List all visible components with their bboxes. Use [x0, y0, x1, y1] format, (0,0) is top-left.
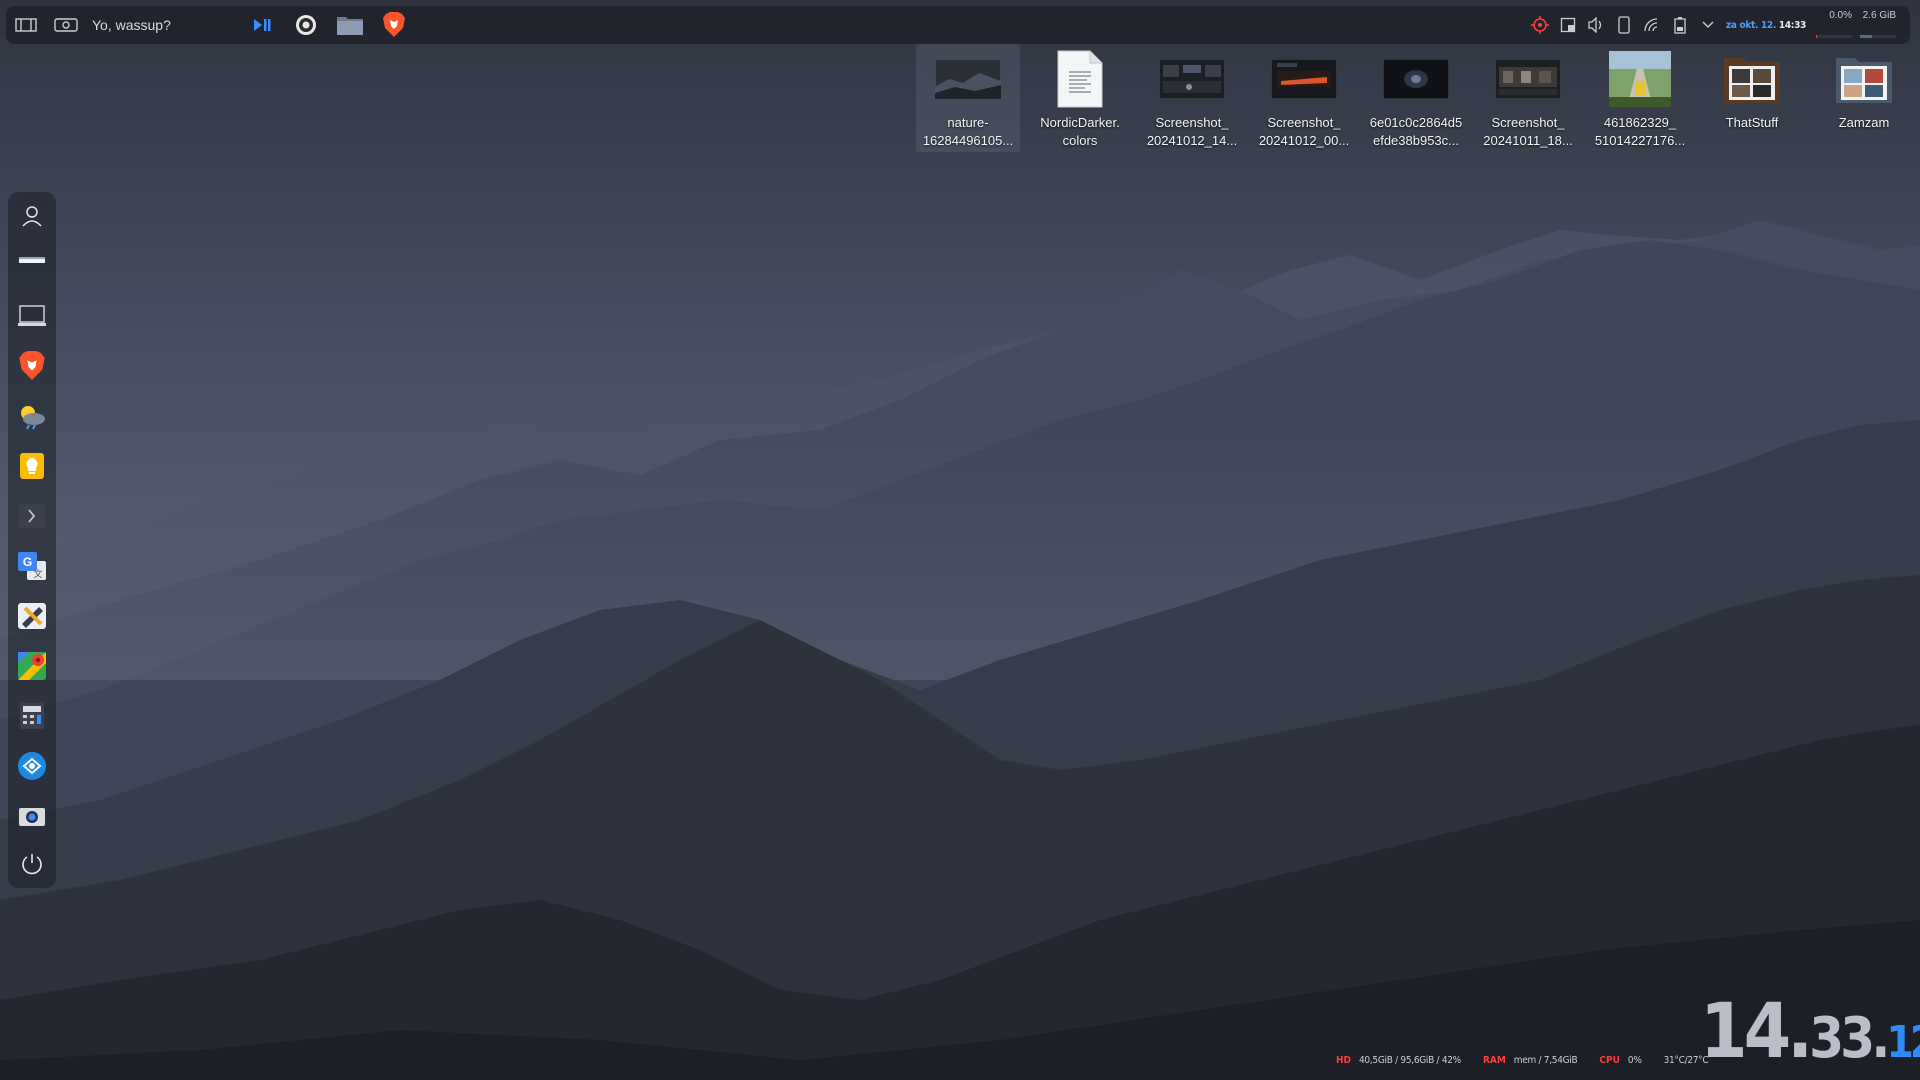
calculator-icon[interactable] — [8, 696, 56, 736]
svg-text:文: 文 — [33, 568, 42, 579]
system-tray: za okt. 12. 14:33 0.0% 2.6 GiB — [1526, 6, 1900, 44]
cpu-value: 0% — [1627, 1054, 1642, 1066]
user-icon[interactable] — [8, 196, 56, 236]
screenshot-thumbnail-icon — [1495, 59, 1561, 99]
greeting-text: Yo, wassup? — [92, 17, 171, 33]
desktop-file-name: 6e01c0c2864d5 — [1369, 115, 1463, 130]
desktop-clock-hours: 14. — [1700, 986, 1813, 1075]
folder-icon — [1836, 58, 1892, 103]
clock-time: 14:33 — [1778, 19, 1806, 31]
desktop-file-name: 461862329_ — [1603, 115, 1677, 130]
desktop-file-name: Screenshot_ — [1155, 115, 1229, 130]
play-pause-icon[interactable] — [242, 6, 282, 44]
weather-icon[interactable] — [8, 396, 56, 436]
desktop-file-name-2: 20241011_18... — [1483, 133, 1573, 148]
folder-icon — [1724, 58, 1780, 103]
pencil-editor-icon[interactable] — [8, 596, 56, 636]
text-document-icon — [1057, 50, 1103, 108]
screenshot-thumbnail-icon — [1271, 59, 1337, 99]
desktop-file-name: Screenshot_ — [1267, 115, 1341, 130]
desktop-file-name: NordicDarker. — [1040, 115, 1120, 130]
record-indicator-icon[interactable] — [1526, 6, 1554, 44]
cpu-usage-bar — [1816, 35, 1817, 38]
panel-toggle-icon[interactable] — [6, 6, 46, 44]
cpu-usage-value: 0.0% — [1829, 10, 1852, 21]
hd-label: HD — [1336, 1054, 1351, 1066]
battery-icon[interactable] — [1666, 6, 1694, 44]
desktop-folder-name: Zamzam — [1838, 115, 1890, 130]
desktop-file-nordicdarker-colors[interactable]: NordicDarker. colors — [1028, 44, 1132, 152]
memory-usage-bar — [1860, 35, 1873, 38]
laptop-icon[interactable] — [8, 296, 56, 336]
desktop-file-screenshot-20241011-18[interactable]: Screenshot_ 20241011_18... — [1476, 44, 1580, 152]
ram-label: RAM — [1482, 1054, 1506, 1066]
image-thumbnail-icon — [935, 59, 1001, 99]
desktop-file-name: nature- — [947, 115, 989, 130]
top-panel-left: Yo, wassup? — [6, 6, 416, 44]
memory-usage-widget[interactable]: 2.6 GiB — [1856, 6, 1900, 44]
kde-connect-icon[interactable] — [8, 746, 56, 786]
desktop-file-screenshot-20241012-14[interactable]: Screenshot_ 20241012_14... — [1140, 44, 1244, 152]
desktop-file-name-2: 20241012_14... — [1146, 133, 1238, 148]
desktop-file-name-2: colors — [1062, 133, 1098, 148]
hd-value: 40,5GiB / 95,6GiB / 42% — [1359, 1054, 1461, 1066]
terminal-icon[interactable] — [8, 496, 56, 536]
volume-icon[interactable] — [1582, 6, 1610, 44]
desktop-file-6e01c0c2864d5[interactable]: 6e01c0c2864d5 efde38b953c... — [1364, 44, 1468, 152]
clipboard-icon[interactable] — [1554, 6, 1582, 44]
brave-browser-icon[interactable] — [8, 346, 56, 386]
screenshot-thumbnail-icon — [1159, 59, 1225, 99]
file-manager-icon[interactable] — [328, 6, 372, 44]
desktop-wallpaper — [0, 0, 1920, 1080]
maps-icon[interactable] — [8, 646, 56, 686]
desktop-clock-date: 12. — [1886, 1017, 1920, 1068]
svg-text:G: G — [23, 555, 32, 569]
desktop-file-screenshot-20241012-00[interactable]: Screenshot_ 20241012_00... — [1252, 44, 1356, 152]
image-thumbnail-icon — [1609, 51, 1671, 107]
translate-icon[interactable]: G文 — [8, 546, 56, 586]
desktop-file-name-2: 20241012_00... — [1258, 133, 1350, 148]
desktop-file-name-2: efde38b953c... — [1372, 133, 1460, 148]
phone-connect-icon[interactable] — [1610, 6, 1638, 44]
system-monitor-widget: HD 40,5GiB / 95,6GiB / 42% RAM mem / 7,5… — [1336, 1052, 1709, 1068]
tray-expand-icon[interactable] — [1694, 6, 1722, 44]
screenshot-icon[interactable] — [46, 6, 86, 44]
obs-studio-icon[interactable] — [284, 6, 328, 44]
network-icon[interactable] — [1638, 6, 1666, 44]
bulb-notes-icon[interactable] — [8, 446, 56, 486]
power-icon[interactable] — [8, 844, 56, 884]
desktop-file-nature-image[interactable]: nature- 16284496105... — [916, 44, 1020, 152]
clock-date: 12. — [1760, 19, 1777, 31]
app-dock: G文 — [8, 192, 56, 888]
desktop-folder-name: ThatStuff — [1725, 115, 1779, 130]
desktop-file-name-2: 51014227176... — [1594, 133, 1686, 148]
desktop-file-461862329[interactable]: 461862329_ 51014227176... — [1588, 44, 1692, 152]
desktop-clock-widget: 14.33.12.za — [1700, 986, 1920, 1076]
top-panel: Yo, wassup? za okt. 12. 14:33 0.0% 2.6 G… — [6, 6, 1910, 44]
camera-icon[interactable] — [8, 796, 56, 836]
cpu-usage-widget[interactable]: 0.0% — [1812, 6, 1856, 44]
cpu-label: CPU — [1599, 1054, 1620, 1066]
clock-month: okt. — [1739, 19, 1759, 31]
desktop-folder-zamzam[interactable]: Zamzam — [1812, 44, 1916, 152]
clock-day-prefix: za — [1725, 19, 1737, 31]
panel-clock[interactable]: za okt. 12. 14:33 — [1726, 20, 1806, 31]
brave-browser-icon[interactable] — [372, 6, 416, 44]
window-bar-icon[interactable] — [8, 240, 56, 280]
desktop-folder-thatstuff[interactable]: ThatStuff — [1700, 44, 1804, 152]
memory-usage-value: 2.6 GiB — [1862, 10, 1896, 21]
ram-value: mem / 7,54GiB — [1513, 1054, 1578, 1066]
desktop-file-name-2: 16284496105... — [922, 133, 1014, 148]
panel-app-launchers — [284, 6, 416, 44]
image-thumbnail-icon — [1383, 59, 1449, 99]
desktop-clock-minutes: 33. — [1809, 1006, 1890, 1071]
desktop-file-name: Screenshot_ — [1491, 115, 1565, 130]
